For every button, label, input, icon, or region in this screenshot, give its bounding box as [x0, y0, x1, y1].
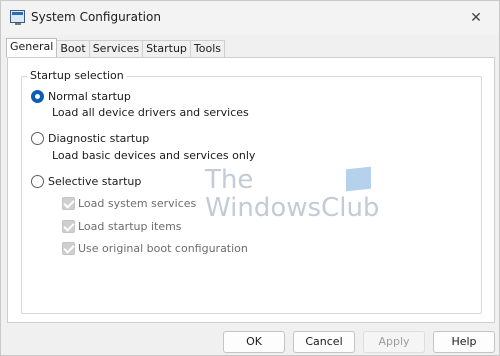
selective-startup-radio[interactable]: [31, 174, 44, 188]
windows-logo-icon: [346, 166, 371, 192]
normal-startup-description: Load all device drivers and services: [52, 106, 249, 119]
tab-strip: General Boot Services Startup Tools: [6, 38, 226, 57]
load-startup-items-label: Load startup items: [78, 219, 182, 233]
selective-startup-label: Selective startup: [48, 174, 142, 188]
normal-startup-radio[interactable]: [31, 89, 44, 103]
diagnostic-startup-label: Diagnostic startup: [48, 131, 150, 145]
diagnostic-startup-option[interactable]: Diagnostic startup: [31, 130, 149, 146]
tab-services[interactable]: Services: [88, 40, 144, 57]
tab-tools[interactable]: Tools: [189, 40, 226, 57]
selective-startup-option[interactable]: Selective startup: [31, 173, 141, 189]
load-startup-items-checkbox: [62, 219, 75, 233]
window-title: System Configuration: [31, 10, 161, 24]
startup-selection-legend: Startup selection: [27, 69, 127, 82]
tab-boot[interactable]: Boot: [56, 40, 90, 57]
normal-startup-label: Normal startup: [48, 89, 131, 103]
close-icon[interactable]: ✕: [465, 7, 487, 29]
tab-startup[interactable]: Startup: [142, 40, 191, 57]
tab-general[interactable]: General: [6, 38, 58, 57]
apply-button[interactable]: Apply: [363, 331, 425, 353]
use-original-boot-configuration-checkbox: [62, 241, 75, 255]
load-system-services-label: Load system services: [78, 196, 197, 210]
title-bar[interactable]: System Configuration ✕: [1, 1, 499, 35]
load-system-services-option: Load system services: [62, 195, 196, 211]
cancel-button[interactable]: Cancel: [293, 331, 355, 353]
general-tab-panel: Startup selection Normal startup Load al…: [7, 57, 495, 323]
load-system-services-checkbox: [62, 196, 75, 210]
thewindowsclub-watermark: The WindowsClub: [205, 166, 379, 222]
use-original-boot-configuration-label: Use original boot configuration: [78, 241, 248, 255]
diagnostic-startup-radio[interactable]: [31, 131, 44, 145]
msconfig-window-icon: [10, 10, 25, 25]
ok-button[interactable]: OK: [223, 331, 285, 353]
load-startup-items-option: Load startup items: [62, 218, 182, 234]
diagnostic-startup-description: Load basic devices and services only: [52, 149, 256, 162]
system-configuration-window: System Configuration ✕ General Boot Serv…: [0, 0, 500, 356]
watermark-line-2: WindowsClub: [205, 193, 380, 223]
help-button[interactable]: Help: [433, 331, 495, 353]
normal-startup-option[interactable]: Normal startup: [31, 88, 131, 104]
use-original-boot-configuration-option: Use original boot configuration: [62, 240, 248, 256]
